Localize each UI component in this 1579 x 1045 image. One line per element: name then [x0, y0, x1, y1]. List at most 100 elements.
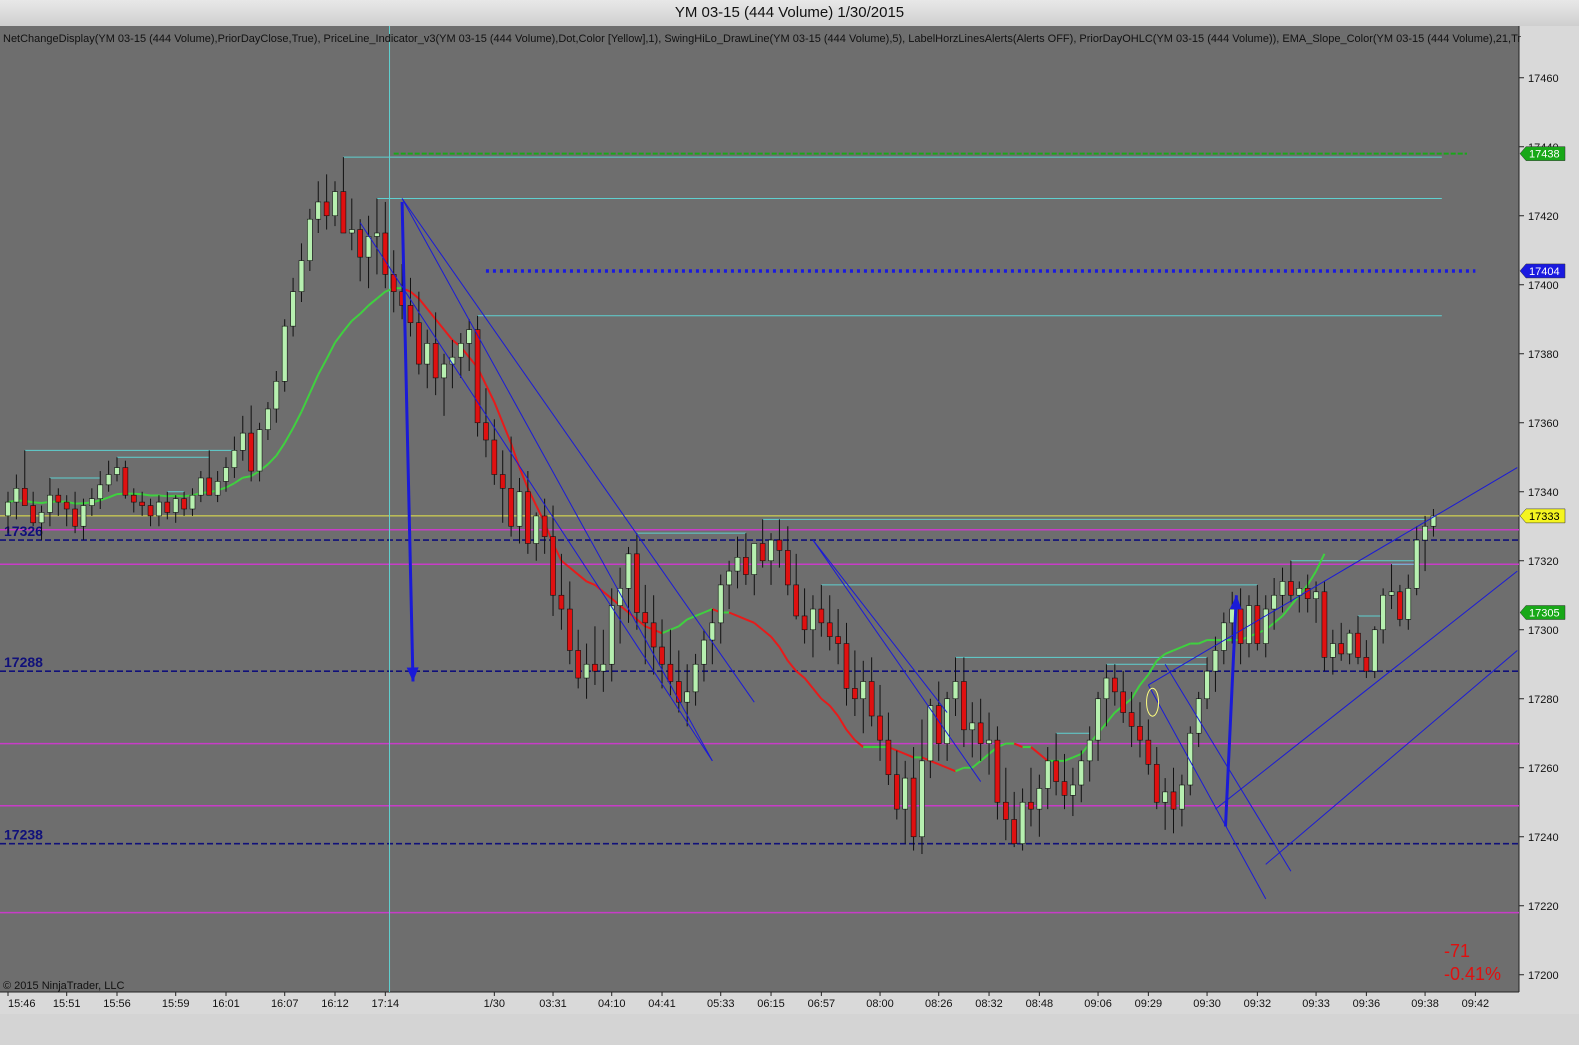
- price-marker-label: 17333: [1529, 511, 1560, 523]
- ema-segment: [158, 494, 168, 498]
- candle-down: [541, 515, 548, 537]
- candle-up: [726, 570, 732, 586]
- copyright-label: © 2015 NinjaTrader, LLC: [3, 980, 124, 992]
- candle-up: [13, 487, 20, 503]
- candle-up: [189, 494, 196, 510]
- candle-up: [198, 477, 204, 496]
- candle-up: [860, 681, 867, 700]
- candle-up: [1388, 591, 1395, 596]
- x-tick-label: 04:10: [598, 998, 626, 1010]
- candle-down: [650, 622, 657, 648]
- candle-down: [910, 777, 917, 838]
- indicator-label: NetChangeDisplay(YM 03-15 (444 Volume),P…: [3, 33, 1521, 45]
- candle-down: [55, 494, 62, 503]
- candle-up: [307, 218, 313, 261]
- candle-down: [1145, 739, 1152, 765]
- candle-down: [1321, 591, 1328, 658]
- candle-up: [441, 363, 447, 379]
- x-tick-label: 16:01: [212, 998, 240, 1010]
- candle-down: [1061, 781, 1068, 796]
- candle-down: [826, 622, 833, 637]
- candle-up: [516, 491, 523, 527]
- candle-down: [499, 474, 506, 489]
- candle-up: [1162, 791, 1168, 803]
- x-tick-label: 06:15: [757, 998, 785, 1010]
- x-tick-label: 08:00: [866, 998, 894, 1010]
- candle-down: [130, 494, 137, 503]
- candle-up: [692, 663, 699, 693]
- candle-up: [298, 260, 305, 292]
- candle-down: [592, 663, 598, 672]
- candle-up: [986, 739, 992, 744]
- price-marker-label: 17404: [1529, 266, 1560, 278]
- price-chart[interactable]: 17326 17288 17238 17200 17220 17240 17260 1728…: [0, 26, 1579, 1045]
- candle-down: [961, 681, 967, 731]
- level-label: 17288: [4, 654, 43, 670]
- candle-down: [206, 477, 213, 496]
- candle-up: [944, 698, 950, 744]
- level-label: 17238: [4, 827, 43, 843]
- candle-up: [927, 705, 934, 762]
- candle-down: [994, 739, 1001, 803]
- candle-up: [625, 553, 632, 589]
- candle-up: [1313, 591, 1319, 599]
- candle-up: [600, 663, 607, 672]
- x-tick-label: 09:29: [1135, 998, 1163, 1010]
- candle-up: [281, 325, 288, 382]
- y-tick-label: 17200: [1528, 970, 1559, 982]
- candle-up: [1346, 632, 1353, 655]
- ema-segment: [142, 493, 151, 497]
- candle-up: [1279, 581, 1286, 596]
- candle-down: [63, 501, 70, 510]
- y-tick-label: 17320: [1528, 556, 1559, 568]
- candle-down: [1120, 691, 1127, 713]
- candle-down: [877, 715, 883, 741]
- candle-down: [1237, 608, 1244, 644]
- candle-down: [818, 608, 825, 624]
- candle-down: [642, 612, 649, 624]
- window-title: YM 03-15 (444 Volume) 1/30/2015: [0, 0, 1579, 27]
- candle-up: [684, 691, 690, 703]
- candle-up: [365, 236, 372, 258]
- candle-up: [1044, 760, 1051, 789]
- candle-down: [30, 505, 36, 524]
- plot-background: [0, 26, 1519, 992]
- candle-down: [1363, 657, 1370, 672]
- candle-up: [290, 291, 296, 327]
- candle-down: [868, 681, 875, 717]
- candle-up: [1271, 594, 1277, 610]
- candle-up: [608, 605, 615, 665]
- candle-up: [1103, 677, 1110, 700]
- y-tick-label: 17400: [1528, 280, 1559, 292]
- candle-down: [139, 501, 145, 506]
- ema-segment: [167, 494, 176, 498]
- chart-window: YM 03-15 (444 Volume) 1/30/2015 17326 172…: [0, 0, 1579, 1045]
- candle-down: [72, 508, 78, 527]
- candle-down: [634, 553, 640, 613]
- candle-up: [1179, 784, 1185, 810]
- candle-down: [1288, 581, 1294, 596]
- y-tick-label: 17300: [1528, 625, 1559, 637]
- candle-up: [38, 512, 45, 524]
- candle-up: [457, 343, 464, 358]
- x-tick-label: 08:32: [975, 998, 1003, 1010]
- candle-up: [734, 556, 741, 572]
- candle-down: [558, 594, 565, 610]
- candle-up: [466, 329, 472, 344]
- x-tick-label: 09:42: [1462, 998, 1490, 1010]
- candle-down: [885, 739, 892, 775]
- candle-up: [717, 584, 724, 624]
- candle-down: [1011, 819, 1018, 844]
- candle-up: [1221, 622, 1227, 651]
- candle-down: [1397, 591, 1403, 620]
- x-tick-label: 05:33: [707, 998, 735, 1010]
- price-marker-label: 17305: [1529, 608, 1560, 620]
- y-tick-label: 17260: [1528, 763, 1559, 775]
- candle-up: [1212, 650, 1219, 672]
- x-tick-label: 16:07: [271, 998, 299, 1010]
- candle-down: [248, 432, 254, 472]
- candle-up: [273, 381, 280, 410]
- candle-up: [919, 760, 925, 838]
- candle-down: [508, 487, 514, 527]
- candle-down: [785, 550, 791, 586]
